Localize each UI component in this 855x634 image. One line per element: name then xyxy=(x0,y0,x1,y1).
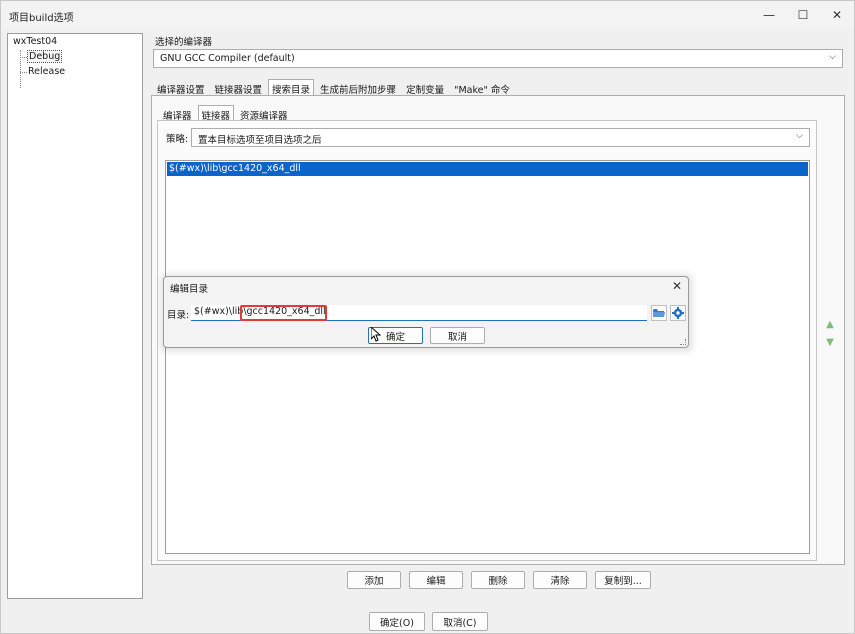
delete-button[interactable]: 删除 xyxy=(471,571,525,589)
compiler-select-value: GNU GCC Compiler (default) xyxy=(160,53,295,64)
tree-connector xyxy=(20,50,21,88)
edit-button[interactable]: 编辑 xyxy=(409,571,463,589)
move-up-icon[interactable]: ▲ xyxy=(823,317,837,331)
target-tree[interactable]: wxTest04 Debug Release xyxy=(7,33,143,599)
settings-button[interactable] xyxy=(670,305,686,321)
title-bar: 项目build选项 — ☐ ✕ xyxy=(1,1,854,29)
tree-connector xyxy=(20,57,27,58)
resize-grip[interactable] xyxy=(680,339,686,345)
policy-select[interactable]: 置本目标选项至项目选项之后 ⌵ xyxy=(191,128,810,147)
dialog-title: 编辑目录 xyxy=(170,284,209,295)
clear-button[interactable]: 清除 xyxy=(533,571,587,589)
copy-to-button[interactable]: 复制到... xyxy=(595,571,651,589)
add-button[interactable]: 添加 xyxy=(347,571,401,589)
list-item[interactable]: $(#wx)\lib\gcc1420_x64_dll xyxy=(167,162,808,176)
mouse-cursor-icon xyxy=(371,327,381,342)
tree-root-project[interactable]: wxTest04 xyxy=(13,36,57,47)
chevron-down-icon: ⌵ xyxy=(796,131,803,141)
browse-folder-button[interactable] xyxy=(651,305,667,321)
minimize-button[interactable]: — xyxy=(752,4,786,26)
edit-directory-dialog: 编辑目录 ✕ 目录: $(#wx)\lib\gcc1420_x64_dll 确定… xyxy=(163,276,689,348)
maximize-button[interactable]: ☐ xyxy=(786,4,820,26)
directory-list[interactable]: $(#wx)\lib\gcc1420_x64_dll xyxy=(165,160,810,554)
dialog-cancel-button[interactable]: 取消 xyxy=(430,327,485,344)
folder-icon xyxy=(653,309,665,317)
highlight-box xyxy=(240,305,327,321)
ok-button[interactable]: 确定(O) xyxy=(369,612,425,631)
policy-label: 策略: xyxy=(166,134,189,145)
policy-select-value: 置本目标选项至项目选项之后 xyxy=(198,135,322,146)
gear-icon xyxy=(672,307,684,319)
directory-label: 目录: xyxy=(167,310,190,321)
chevron-down-icon: ⌵ xyxy=(829,52,836,62)
cancel-button[interactable]: 取消(C) xyxy=(432,612,488,631)
build-options-window: 项目build选项 — ☐ ✕ wxTest04 Debug Release 选… xyxy=(0,0,855,634)
close-button[interactable]: ✕ xyxy=(820,4,854,26)
tree-item-debug[interactable]: Debug xyxy=(27,50,63,63)
compiler-select[interactable]: GNU GCC Compiler (default) ⌵ xyxy=(153,49,843,68)
tree-connector xyxy=(20,72,27,73)
window-title: 项目build选项 xyxy=(9,13,74,24)
dialog-close-icon[interactable]: ✕ xyxy=(672,279,682,293)
tree-item-release[interactable]: Release xyxy=(27,66,66,77)
compiler-label: 选择的编译器 xyxy=(155,37,213,48)
move-down-icon[interactable]: ▼ xyxy=(823,335,837,349)
